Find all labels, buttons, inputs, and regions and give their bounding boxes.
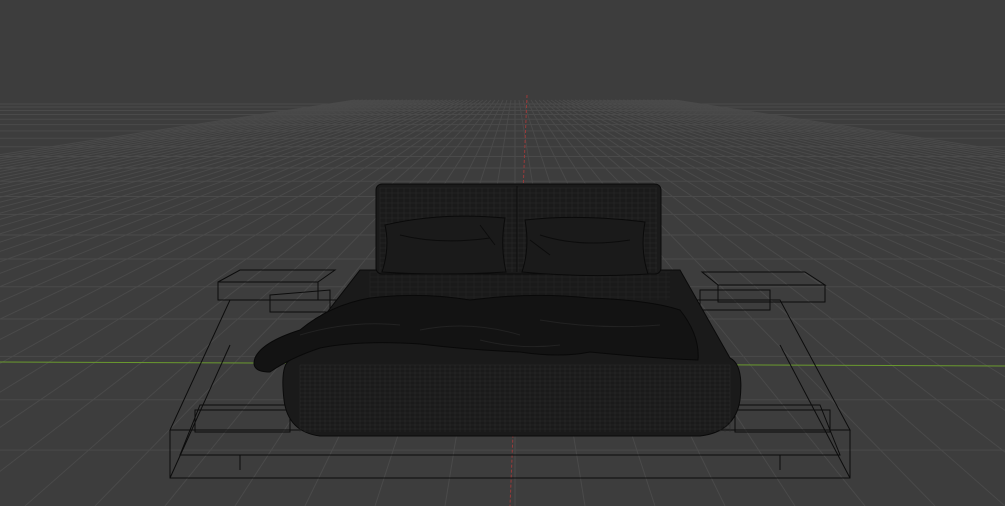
grid-line (654, 99, 1005, 163)
pillow-left[interactable] (381, 215, 507, 275)
grid-line (0, 99, 384, 172)
3d-viewport[interactable] (0, 0, 1005, 506)
pillow-right[interactable] (521, 216, 649, 277)
grid-line (0, 99, 356, 156)
side-shelf-right[interactable] (699, 271, 827, 311)
grid-line (658, 99, 1005, 160)
grid-line (650, 99, 1005, 165)
grid-line (646, 99, 1005, 168)
viewport-canvas[interactable] (0, 0, 1005, 506)
grid-line (670, 99, 1005, 154)
side-shelf-left[interactable] (217, 269, 337, 313)
